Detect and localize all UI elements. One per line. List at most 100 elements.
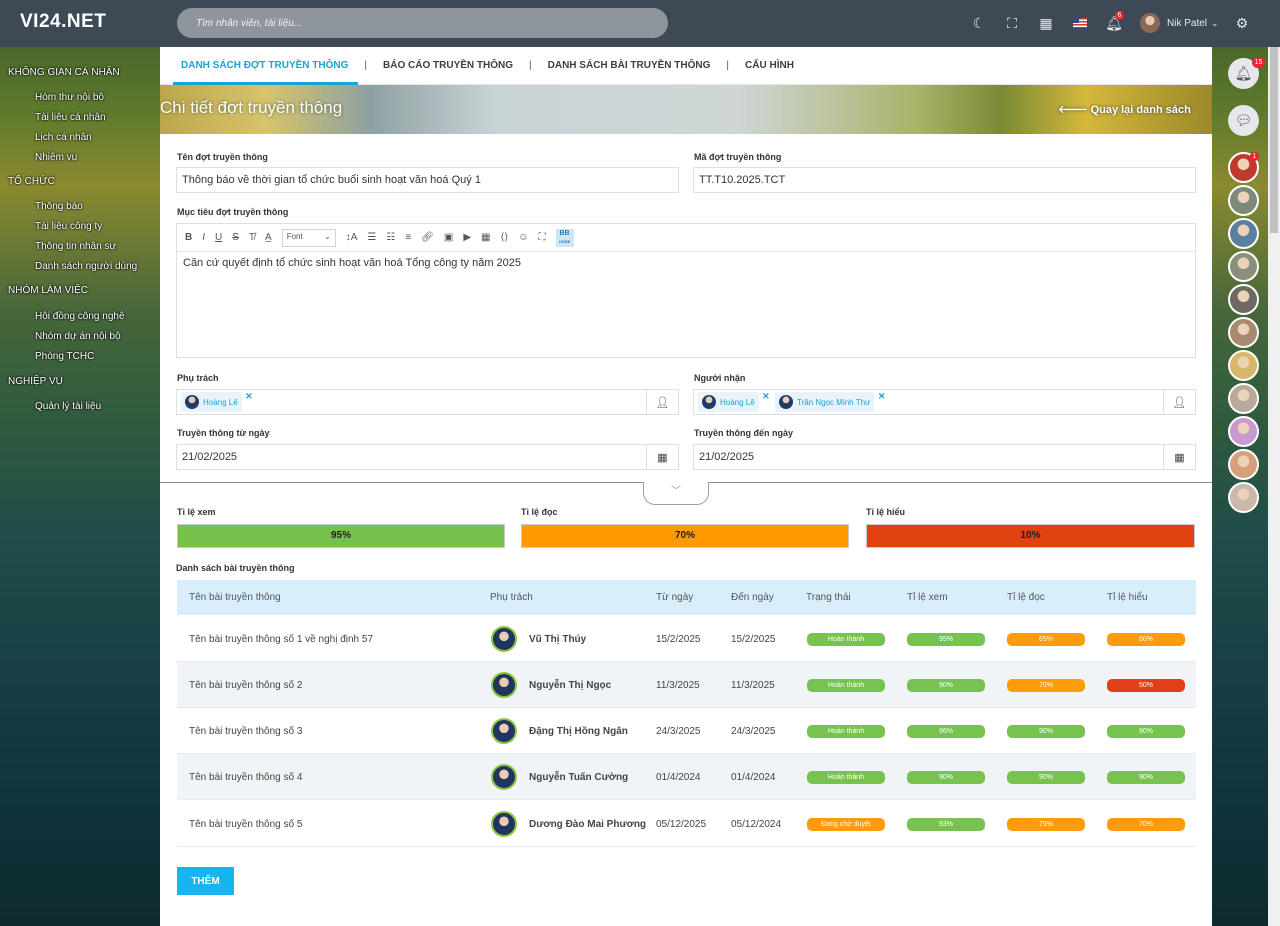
- font-size-icon[interactable]: ↕A: [346, 232, 358, 243]
- bullet-list-icon[interactable]: ☷: [386, 232, 395, 243]
- contact-avatar[interactable]: [1228, 350, 1259, 381]
- sidebar-item-company-docs[interactable]: Tài liệu công ty: [35, 221, 102, 232]
- receiver-picker[interactable]: Hoàng Lê ✕ Trần Ngọc Minh Thư ✕ 👤︎: [693, 389, 1196, 415]
- col-header-from[interactable]: Từ ngày: [656, 592, 693, 603]
- add-button[interactable]: THÊM: [177, 867, 234, 895]
- campaign-name-input[interactable]: Thông báo về thời gian tổ chức buổi sinh…: [176, 167, 679, 193]
- sidebar-item-personal-docs[interactable]: Tài liệu cá nhân: [35, 112, 106, 123]
- to-date-input[interactable]: 21/02/2025 ▦: [693, 444, 1196, 470]
- search-input[interactable]: [196, 17, 649, 29]
- tab-campaign-report[interactable]: BÁO CÁO TRUYỀN THÔNG: [383, 47, 513, 85]
- chat-icon[interactable]: 💬︎: [1228, 105, 1259, 136]
- language-flag-icon[interactable]: [1073, 18, 1087, 28]
- align-icon[interactable]: ≡: [405, 232, 411, 243]
- tab-campaign-list[interactable]: DANH SÁCH ĐỢT TRUYỀN THÔNG: [172, 47, 359, 85]
- post-name[interactable]: Tên bài truyền thông số 4: [189, 772, 302, 783]
- calendar-icon[interactable]: ▦: [1163, 445, 1195, 469]
- emoji-icon[interactable]: ☺: [518, 232, 528, 243]
- contact-avatar[interactable]: [1228, 251, 1259, 282]
- contact-avatar[interactable]: [1228, 284, 1259, 315]
- text-color-icon[interactable]: A̲: [265, 232, 272, 243]
- col-header-read-rate[interactable]: Tỉ lệ đọc: [1007, 592, 1045, 603]
- sidebar-item-user-list[interactable]: Danh sách người dùng: [35, 261, 137, 272]
- back-to-list-link[interactable]: 🡐 Quay lại danh sách: [1058, 102, 1191, 116]
- sidebar-item-admin-dept[interactable]: Phòng TCHC: [35, 351, 94, 362]
- italic-icon[interactable]: I: [202, 232, 205, 243]
- contact-avatar[interactable]: [1228, 449, 1259, 480]
- close-icon[interactable]: ✕: [878, 391, 886, 402]
- sidebar-item-tech-council[interactable]: Hội đồng công nghệ: [35, 311, 125, 322]
- col-header-status[interactable]: Trạng thái: [806, 592, 851, 603]
- table-row[interactable]: Tên bài truyền thông số 3 Đặng Thị Hồng N…: [177, 708, 1196, 754]
- contact-avatar[interactable]: [1228, 185, 1259, 216]
- app-logo[interactable]: VI24.NET: [20, 11, 106, 33]
- post-name[interactable]: Tên bài truyền thông số 2: [189, 680, 302, 691]
- campaign-code-input[interactable]: TT.T10.2025.TCT: [693, 167, 1196, 193]
- sidebar-section-organization[interactable]: TỔ CHỨC: [8, 176, 55, 187]
- post-name[interactable]: Tên bài truyền thông số 5: [189, 819, 302, 830]
- sidebar-item-internal-project[interactable]: Nhóm dự án nội bộ: [35, 331, 121, 342]
- user-menu[interactable]: Nik Patel ⌄: [1140, 13, 1219, 33]
- sidebar-item-announcements[interactable]: Thông báo: [35, 201, 83, 212]
- contact-avatar[interactable]: [1228, 383, 1259, 414]
- contact-avatar[interactable]: [1228, 218, 1259, 249]
- col-header-view-rate[interactable]: Tỉ lệ xem: [907, 592, 948, 603]
- calendar-icon[interactable]: ▦: [646, 445, 678, 469]
- apps-grid-icon[interactable]: ▦: [1037, 14, 1055, 32]
- strikethrough-icon[interactable]: S: [232, 232, 239, 243]
- table-row[interactable]: Tên bài truyền thông số 5 Dương Đào Mai P…: [177, 801, 1196, 847]
- image-icon[interactable]: ▣: [444, 232, 453, 243]
- collapse-toggle[interactable]: ﹀: [643, 482, 709, 505]
- col-header-owner[interactable]: Phụ trách: [490, 592, 533, 603]
- settings-gear-icon[interactable]: ⚙: [1233, 14, 1251, 32]
- bold-icon[interactable]: B: [185, 232, 192, 243]
- goal-rich-editor[interactable]: B I U S T̸ A̲ Font ⌄ ↕A ☰ ☷ ≡ 🔗︎ ▣ ▶ ▦ ⟨⟩…: [176, 223, 1196, 358]
- table-row[interactable]: Tên bài truyền thông số 1 về nghị định 5…: [177, 616, 1196, 662]
- underline-icon[interactable]: U: [215, 232, 222, 243]
- from-date-input[interactable]: 21/02/2025 ▦: [176, 444, 679, 470]
- tab-post-list[interactable]: DANH SÁCH BÀI TRUYỀN THÔNG: [548, 47, 711, 85]
- contact-avatar[interactable]: [1228, 317, 1259, 348]
- owner-chip[interactable]: Hoàng Lê ✕: [181, 391, 253, 412]
- col-header-name[interactable]: Tên bài truyền thông: [189, 592, 281, 603]
- owner-picker[interactable]: Hoàng Lê ✕ 👤︎: [176, 389, 679, 415]
- link-icon[interactable]: 🔗︎: [421, 232, 434, 243]
- col-header-understand-rate[interactable]: Tỉ lệ hiểu: [1107, 592, 1148, 603]
- sidebar-section-operations[interactable]: NGHIỆP VỤ: [8, 376, 63, 387]
- sidebar-item-doc-management[interactable]: Quản lý tài liệu: [35, 401, 101, 412]
- sidebar-item-tasks[interactable]: Nhiệm vụ: [35, 152, 77, 163]
- sidebar-item-hr-info[interactable]: Thông tin nhân sự: [35, 241, 116, 252]
- receiver-chip[interactable]: Trần Ngọc Minh Thư ✕: [775, 391, 885, 412]
- page-scrollbar[interactable]: [1268, 47, 1280, 926]
- sidebar-item-calendar[interactable]: Lịch cá nhân: [35, 132, 92, 143]
- global-search[interactable]: [177, 8, 668, 38]
- post-name[interactable]: Tên bài truyền thông số 1 về nghị định 5…: [189, 634, 373, 645]
- clear-format-icon[interactable]: T̸: [249, 232, 255, 243]
- scrollbar-thumb[interactable]: [1270, 47, 1278, 233]
- font-select[interactable]: Font ⌄: [281, 228, 336, 247]
- bbcode-toggle[interactable]: BB CODE: [555, 228, 574, 247]
- table-row[interactable]: Tên bài truyền thông số 4 Nguyễn Tuấn Cườ…: [177, 754, 1196, 800]
- close-icon[interactable]: ✕: [245, 391, 253, 402]
- video-icon[interactable]: ▶: [463, 232, 471, 243]
- editor-content[interactable]: Căn cứ quyết định tổ chức sinh hoạt văn …: [177, 252, 1195, 274]
- table-icon[interactable]: ▦: [481, 232, 490, 243]
- contact-avatar[interactable]: [1228, 482, 1259, 513]
- col-header-to[interactable]: Đến ngày: [731, 592, 774, 603]
- receiver-chip[interactable]: Hoàng Lê ✕: [698, 391, 770, 412]
- table-row[interactable]: Tên bài truyền thông số 2 Nguyễn Thị Ngọc…: [177, 662, 1196, 708]
- person-picker-icon[interactable]: 👤︎: [646, 390, 678, 414]
- post-name[interactable]: Tên bài truyền thông số 3: [189, 726, 302, 737]
- sidebar-section-workgroups[interactable]: NHÓM LÀM VIỆC: [8, 285, 88, 296]
- person-picker-icon[interactable]: 👤︎: [1163, 390, 1195, 414]
- tab-config[interactable]: CẤU HÌNH: [745, 47, 794, 85]
- sidebar-section-personal[interactable]: KHÔNG GIAN CÁ NHÂN: [8, 67, 120, 78]
- fullscreen-icon[interactable]: ⛶: [1003, 14, 1021, 32]
- code-icon[interactable]: ⟨⟩: [500, 232, 508, 243]
- expand-icon[interactable]: ⛶: [539, 232, 546, 243]
- ordered-list-icon[interactable]: ☰: [367, 232, 376, 243]
- sidebar-item-internal-mail[interactable]: Hòm thư nội bộ: [35, 92, 104, 103]
- contact-avatar[interactable]: [1228, 416, 1259, 447]
- dark-mode-icon[interactable]: ☾: [970, 14, 988, 32]
- close-icon[interactable]: ✕: [762, 391, 770, 402]
